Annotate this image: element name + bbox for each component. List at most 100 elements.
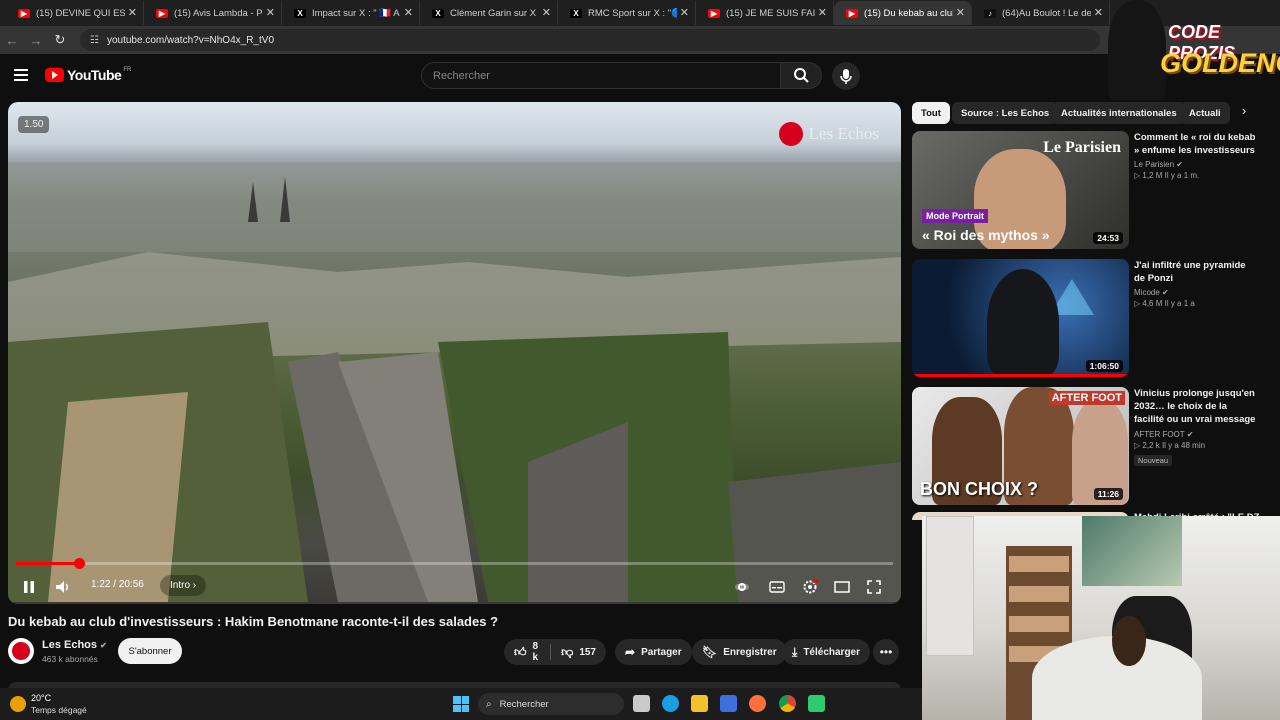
chip-news[interactable]: Actualités internationales — [1052, 102, 1186, 124]
menu-icon[interactable] — [14, 69, 28, 81]
search-input[interactable]: Rechercher — [421, 62, 781, 89]
close-icon[interactable]: ✕ — [956, 6, 965, 19]
close-icon[interactable]: ✕ — [542, 6, 551, 19]
fullscreen-icon — [867, 580, 881, 594]
autoplay-icon — [735, 583, 749, 591]
browser-tab[interactable]: X RMC Sport sur X : "🔵 ✕ — [558, 1, 696, 25]
back-icon[interactable]: ← — [0, 33, 24, 48]
close-icon[interactable]: ✕ — [404, 6, 413, 19]
thumbnail-tag: Mode Portrait — [922, 209, 989, 223]
x-icon: X — [294, 8, 306, 18]
fullscreen-button[interactable] — [863, 576, 885, 598]
file-explorer-icon[interactable] — [691, 695, 708, 712]
close-icon[interactable]: ✕ — [1094, 6, 1103, 19]
browser-tab-active[interactable]: ▶ (15) Du kebab au club ✕ — [834, 1, 972, 25]
voice-search-button[interactable] — [832, 62, 860, 90]
video-meta: Comment le « roi du kebab » enfume les i… — [1134, 131, 1259, 180]
progress-fill — [16, 562, 80, 565]
volume-button[interactable] — [52, 576, 74, 598]
chip-source[interactable]: Source : Les Echos — [952, 102, 1059, 124]
youtube-play-icon — [45, 68, 64, 82]
chrome-icon[interactable] — [779, 695, 796, 712]
browser-tab[interactable]: ▶ (15) Avis Lambda - Perso ✕ — [144, 1, 282, 25]
site-settings-icon[interactable]: ☷ — [90, 35, 99, 46]
browser-tab[interactable]: X Clément Garin sur X : ' ✕ — [420, 1, 558, 25]
video-duration: 11:26 — [1093, 488, 1123, 500]
recommended-video[interactable]: 1:06:50 J'ai infiltré une pyramide de Po… — [912, 259, 1257, 377]
temperature: 20°C — [31, 693, 52, 703]
channel-name[interactable]: Les Echos ✔ — [42, 639, 107, 651]
video-title[interactable]: Comment le « roi du kebab » enfume les i… — [1134, 131, 1259, 157]
subscribe-button[interactable]: S'abonner — [118, 638, 182, 664]
weather-sun-icon[interactable] — [10, 696, 26, 712]
youtube-logo[interactable]: YouTube FR — [45, 67, 131, 83]
taskbar-search[interactable]: ⌕ Rechercher — [478, 693, 624, 715]
forward-icon[interactable]: → — [24, 33, 48, 48]
chip-actualites[interactable]: Actuali — [1180, 102, 1230, 124]
download-button[interactable]: ⤓ Télécharger — [782, 639, 871, 665]
channel-avatar[interactable] — [8, 638, 34, 664]
close-icon[interactable]: ✕ — [128, 6, 137, 19]
video-player[interactable]: 1.50 Les Echos 1:22 / 20:56 Intro › — [8, 102, 901, 604]
pause-icon — [24, 581, 34, 593]
dislike-button[interactable]: 👎︎ 157 — [551, 639, 606, 665]
thumbnail-logo-text: Le Parisien — [1043, 139, 1121, 156]
chevron-right-icon: › — [192, 580, 197, 591]
reload-icon[interactable]: ↻ — [48, 32, 72, 48]
video-title[interactable]: J'ai infiltré une pyramide de Ponzi — [1134, 259, 1259, 285]
url-field[interactable]: ☷ youtube.com/watch?v=NhO4x_R_tV0 — [80, 29, 1100, 51]
subscriber-count: 463 k abonnés — [42, 654, 98, 664]
browser-tab[interactable]: ♪ (64)Au Boulot ! Le dernie ✕ — [972, 1, 1110, 25]
download-label: Télécharger — [803, 646, 861, 658]
edge-icon[interactable] — [662, 695, 679, 712]
autoplay-toggle[interactable] — [731, 576, 753, 598]
subtitles-button[interactable] — [766, 576, 788, 598]
channel-watermark[interactable]: Les Echos — [778, 122, 879, 146]
thumbnail-logo-text: AFTER FOOT — [1048, 391, 1125, 405]
close-icon[interactable]: ✕ — [818, 6, 827, 19]
video-thumbnail[interactable]: 1:06:50 — [912, 259, 1129, 377]
search-button[interactable] — [780, 62, 822, 89]
thumbnail-caption: BON CHOIX ? — [920, 479, 1039, 499]
channel-name[interactable]: Micode ✔ — [1134, 288, 1259, 297]
browser-tab[interactable]: ▶ (15) DEVINE QUI EST NAT ✕ — [6, 1, 144, 25]
task-view-icon[interactable] — [633, 695, 650, 712]
progress-bar[interactable] — [16, 558, 893, 569]
recommended-video[interactable]: Le Parisien Mode Portrait « Roi des myth… — [912, 131, 1257, 249]
channel-name[interactable]: AFTER FOOT ✔ — [1134, 430, 1259, 439]
tab-title: Clément Garin sur X : ' — [450, 7, 539, 19]
recommended-video[interactable]: AFTER FOOT BON CHOIX ? 11:26 Vinicius pr… — [912, 387, 1257, 505]
chevron-right-icon[interactable]: › — [1234, 103, 1254, 123]
firefox-icon[interactable] — [749, 695, 766, 712]
close-icon[interactable]: ✕ — [680, 6, 689, 19]
chapter-button[interactable]: Intro › — [160, 575, 207, 596]
channel-name[interactable]: Le Parisien ✔ — [1134, 160, 1259, 169]
thumbs-up-icon: 👍︎ — [514, 644, 527, 659]
windows-start-icon[interactable] — [453, 696, 469, 712]
logo-text: YouTube — [67, 67, 122, 83]
tab-title: Impact sur X : " 🇫🇷 A — [312, 7, 400, 19]
video-title[interactable]: Vinicius prolonge jusqu'en 2032… le choi… — [1134, 387, 1259, 427]
chip-all[interactable]: Tout — [912, 102, 950, 124]
theater-mode-button[interactable] — [831, 576, 853, 598]
video-thumbnail[interactable]: Le Parisien Mode Portrait « Roi des myth… — [912, 131, 1129, 249]
tab-title: (15) Du kebab au club — [864, 7, 953, 19]
browser-tab[interactable]: X Impact sur X : " 🇫🇷 A ✕ — [282, 1, 420, 25]
browser-tab[interactable]: ▶ (15) JE ME SUIS FAIS ARN ✕ — [696, 1, 834, 25]
app-icon[interactable] — [808, 695, 825, 712]
taskbar-search-label: Rechercher — [499, 698, 549, 710]
save-button[interactable]: 🔖︎ Enregistrer — [692, 639, 787, 665]
webcam-poster — [1082, 516, 1182, 586]
more-actions-button[interactable]: ••• — [873, 639, 899, 665]
settings-button[interactable] — [799, 576, 821, 598]
webcam-streamer-head — [1112, 616, 1146, 666]
close-icon[interactable]: ✕ — [266, 6, 275, 19]
video-thumbnail[interactable]: AFTER FOOT BON CHOIX ? 11:26 — [912, 387, 1129, 505]
thumbs-down-icon: 👎︎ — [561, 644, 574, 659]
like-dislike-group: 👍︎ 8 k 👎︎ 157 — [504, 639, 606, 665]
pause-button[interactable] — [18, 576, 40, 598]
store-icon[interactable] — [720, 695, 737, 712]
share-button[interactable]: ➦ Partager — [615, 639, 692, 665]
sponsor-logo: CODE PROZIS GOLDENG — [1108, 0, 1280, 100]
like-button[interactable]: 👍︎ 8 k — [504, 639, 550, 665]
